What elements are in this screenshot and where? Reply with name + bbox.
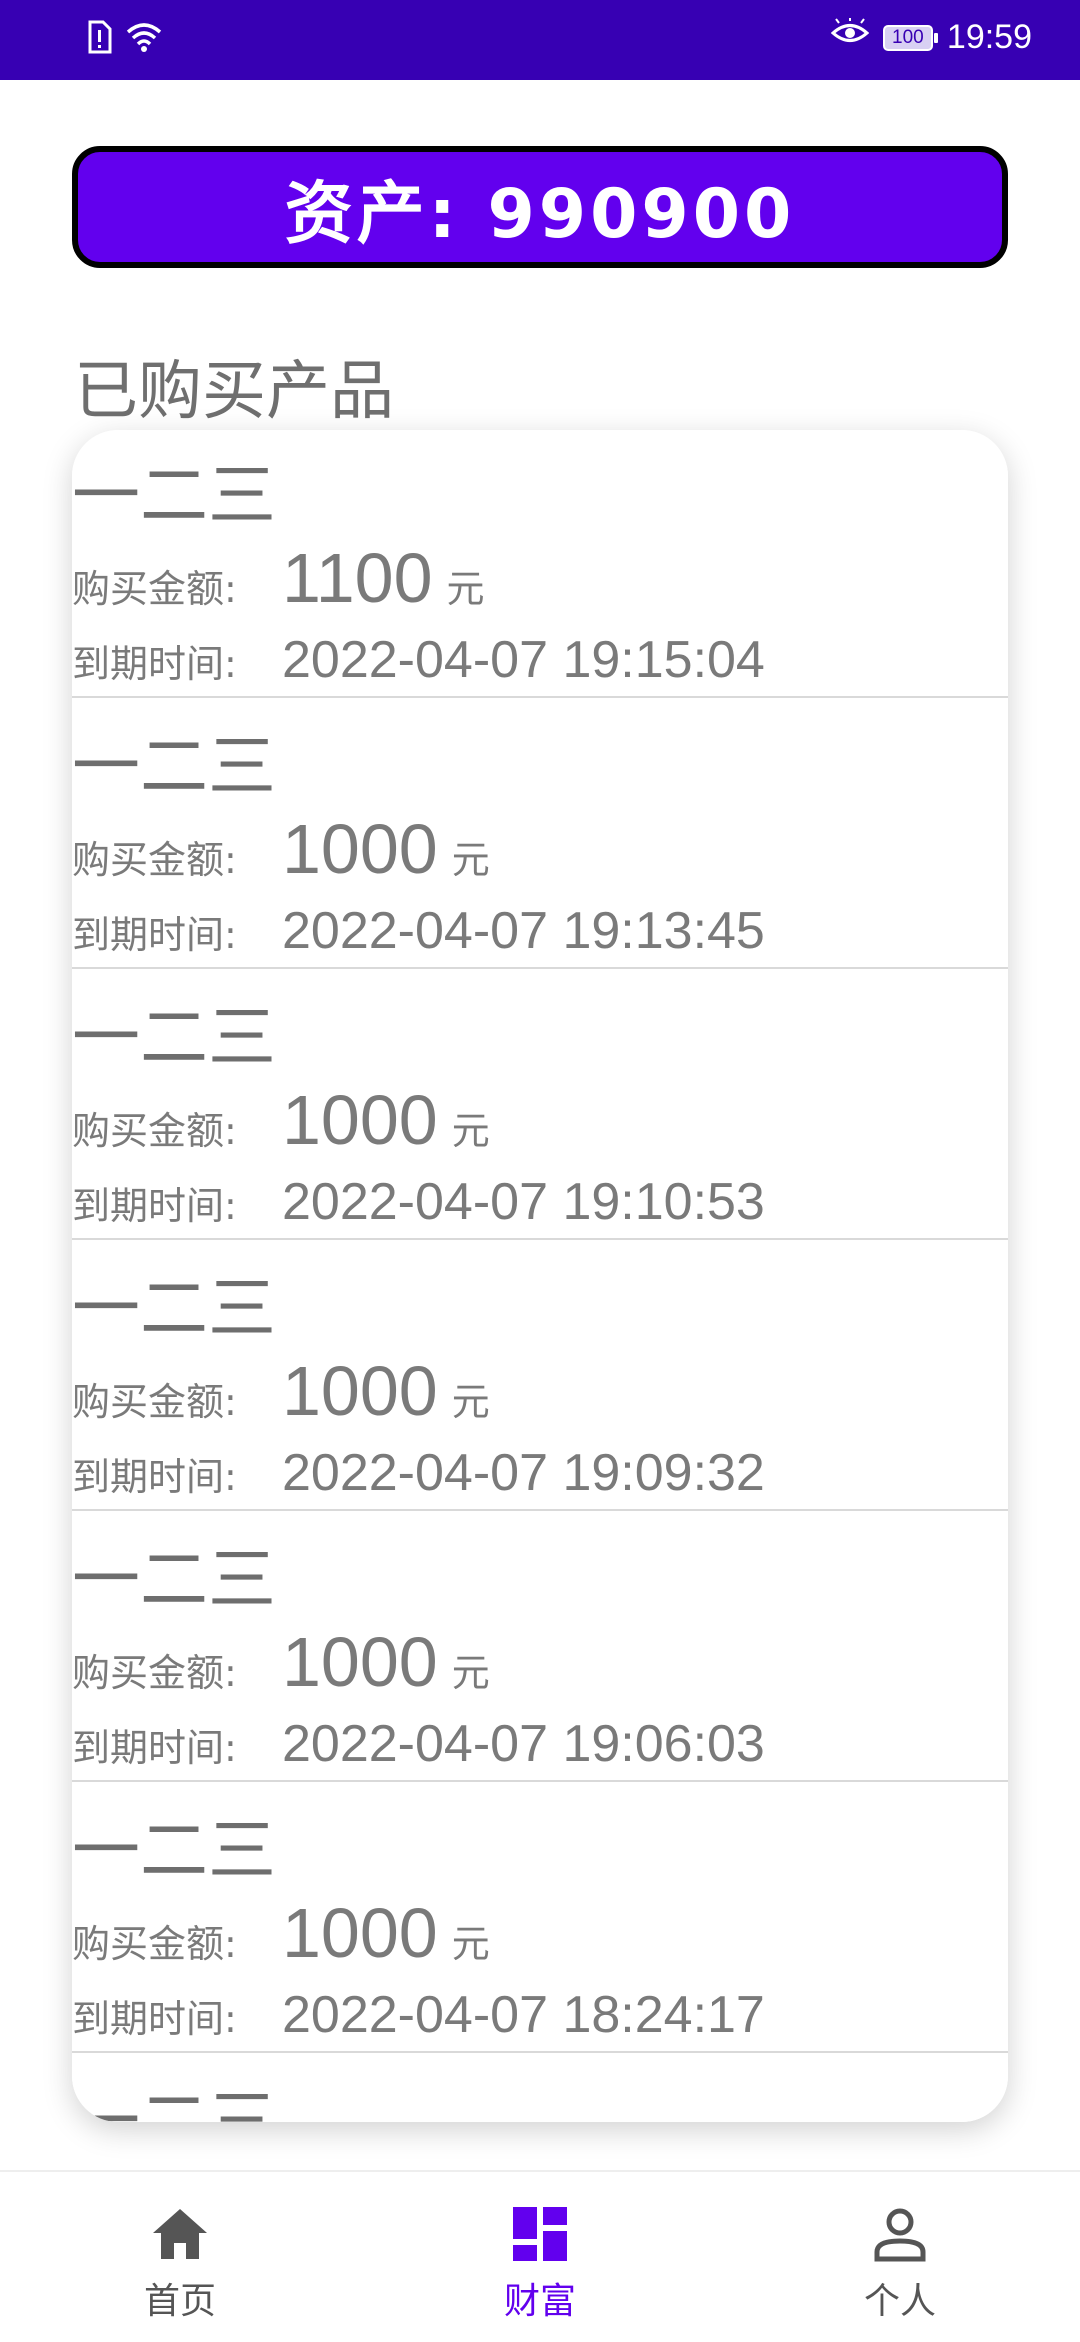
expire-value: 2022-04-07 19:15:04 [282,631,765,689]
amount-value: 1100 [282,539,433,617]
amount-value: 1000 [282,810,438,888]
asset-banner: 资产: 990900 [72,146,1008,268]
product-list[interactable]: 一二三 购买金额: 1100 元 到期时间: 2022-04-07 19:15:… [72,430,1008,2122]
amount-row: 购买金额: 1000 元 [72,1893,490,1973]
sim-alert-icon [86,20,112,58]
product-name: 一二三 [72,999,277,1078]
expire-label: 到期时间: [72,1455,237,1499]
expire-value: 2022-04-07 19:06:03 [282,1715,765,1773]
nav-label-wealth: 财富 [503,2281,576,2322]
product-name: 一二三 [72,2066,276,2122]
nav-label-profile: 个人 [863,2281,936,2322]
product-name: 一二三 [72,728,277,807]
product-card[interactable]: 一二三 购买金额: 1000 元 到期时间: 2022-04-07 18:24:… [72,1785,1008,2053]
nav-label-home: 首页 [143,2281,216,2322]
wifi-icon [124,20,164,58]
amount-label: 购买金额: [72,838,237,882]
expire-row: 到期时间: 2022-04-07 19:09:32 [72,1443,765,1503]
amount-unit: 元 [451,1380,490,1424]
section-title: 已购买产品 [74,355,394,429]
amount-value: 1000 [282,1352,438,1430]
status-right-icons: 100 19:59 [830,17,1032,57]
amount-label: 购买金额: [72,567,237,611]
amount-label: 购买金额: [72,1109,237,1153]
amount-unit: 元 [451,1109,490,1153]
expire-row: 到期时间: 2022-04-07 19:06:03 [72,1714,765,1774]
status-left-icons [86,20,164,58]
expire-row: 到期时间: 2022-04-07 19:15:04 [72,630,765,690]
product-name: 一二三 [72,1541,277,1620]
expire-label: 到期时间: [72,913,237,957]
amount-label: 购买金额: [72,1922,237,1966]
amount-unit: 元 [451,1922,490,1966]
product-card[interactable]: 一二三 购买金额: 1000 元 到期时间: 2022-04-07 19:13:… [72,701,1008,969]
amount-unit: 元 [446,567,485,611]
eye-comfort-icon [830,17,870,57]
expire-value: 2022-04-07 19:10:53 [282,1173,765,1231]
amount-value: 1000 [282,1894,438,1972]
expire-row: 到期时间: 2022-04-07 19:10:53 [72,1172,765,1232]
expire-label: 到期时间: [72,642,237,686]
expire-label: 到期时间: [72,1726,237,1770]
amount-label: 购买金额: [72,1380,237,1424]
amount-unit: 元 [451,1651,490,1695]
expire-row: 到期时间: 2022-04-07 18:24:17 [72,1985,765,2045]
product-card[interactable]: 一二三 购买金额: 1000 元 到期时间: 2022-04-07 19:06:… [72,1514,1008,1782]
product-name: 一二三 [72,1812,277,1891]
person-icon [868,2202,932,2266]
expire-label: 到期时间: [72,1184,237,1228]
amount-value: 1000 [282,1081,438,1159]
amount-label: 购买金额: [72,1651,237,1695]
product-card[interactable]: 一二三 购买金额: 1000 元 到期时间: 2022-04-07 19:09:… [72,1243,1008,1511]
status-time: 19:59 [946,18,1032,56]
amount-value: 1000 [282,1623,438,1701]
amount-unit: 元 [451,838,490,882]
battery-icon: 100 [882,24,938,51]
nav-item-profile[interactable]: 个人 [720,2172,1080,2342]
product-name: 一二三 [72,457,277,536]
home-icon [148,2202,212,2266]
bottom-nav: 首页 财富 个人 [0,2170,1080,2342]
status-bar: 100 19:59 [0,0,1080,80]
product-card[interactable]: 一二三 购买金额: 1100 元 到期时间: 2022-04-07 19:15:… [72,430,1008,698]
expire-label: 到期时间: [72,1997,237,2041]
amount-row: 购买金额: 1000 元 [72,1351,490,1431]
product-card[interactable]: 一二三 购买金额: 1000 元 到期时间: 2022-04-07 19:10:… [72,972,1008,1240]
expire-row: 到期时间: 2022-04-07 19:13:45 [72,901,765,961]
product-card[interactable]: 一二三 [72,2056,1008,2122]
amount-row: 购买金额: 1000 元 [72,809,490,889]
amount-row: 购买金额: 1000 元 [72,1080,490,1160]
dashboard-icon [508,2202,572,2266]
amount-row: 购买金额: 1000 元 [72,1622,490,1702]
expire-value: 2022-04-07 19:09:32 [282,1444,765,1502]
expire-value: 2022-04-07 18:24:17 [282,1986,765,2044]
product-name: 一二三 [72,1270,277,1349]
nav-item-wealth[interactable]: 财富 [360,2172,720,2342]
amount-row: 购买金额: 1100 元 [72,538,485,618]
nav-item-home[interactable]: 首页 [0,2172,360,2342]
expire-value: 2022-04-07 19:13:45 [282,902,765,960]
